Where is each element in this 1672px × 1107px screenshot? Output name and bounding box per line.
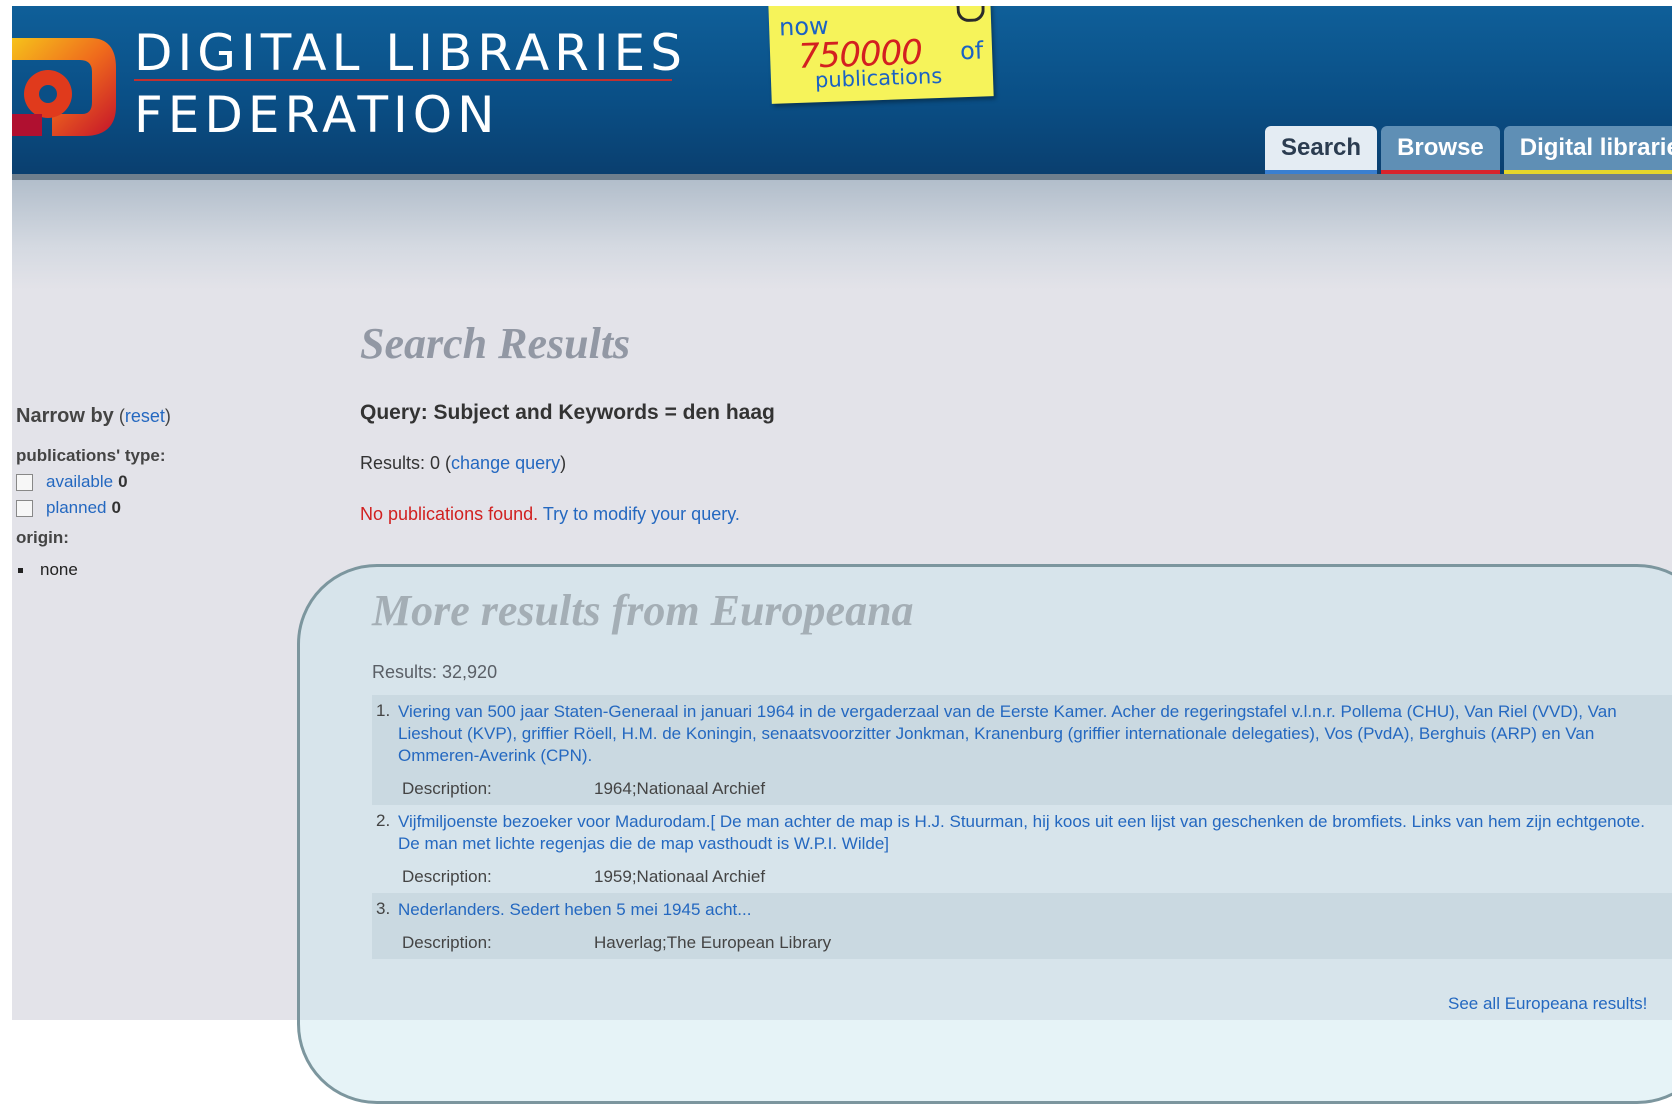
planned-checkbox[interactable] bbox=[16, 499, 33, 517]
site-title-line2: FEDERATION bbox=[134, 86, 500, 144]
available-count: 0 bbox=[118, 472, 128, 491]
note-publications: publications bbox=[814, 63, 943, 93]
planned-link[interactable]: planned bbox=[46, 498, 107, 518]
filter-planned: planned 0 bbox=[16, 498, 276, 518]
reset-link[interactable]: reset bbox=[125, 406, 165, 426]
tab-digital-libraries[interactable]: Digital librarie bbox=[1503, 126, 1672, 174]
item-title-link[interactable]: Viering van 500 jaar Staten-Generaal in … bbox=[398, 701, 1660, 767]
publications-sticky-note: now 750000 of publications bbox=[768, 6, 994, 104]
site-title-line1: DIGITAL LIBRARIES bbox=[134, 24, 687, 82]
tab-search[interactable]: Search bbox=[1265, 126, 1378, 174]
reset-close: ) bbox=[164, 406, 171, 426]
item-number: 3. bbox=[376, 899, 391, 918]
item-title-link[interactable]: Nederlanders. Sedert heben 5 mei 1945 ac… bbox=[398, 899, 751, 921]
note-of: of bbox=[959, 36, 984, 66]
description-label: Description: bbox=[402, 933, 492, 952]
page-title: Search Results bbox=[360, 319, 631, 368]
results-count: Results: 0 (change query) bbox=[360, 453, 1660, 474]
available-checkbox[interactable] bbox=[16, 473, 33, 491]
origin-value: none bbox=[40, 560, 78, 579]
results-prefix: Results: 0 ( bbox=[360, 453, 452, 473]
query-text: Query: Subject and Keywords = den haag bbox=[360, 401, 775, 424]
list-item: 3. Nederlanders. Sedert heben 5 mei 1945… bbox=[372, 893, 1672, 959]
description-label: Description: bbox=[402, 867, 492, 886]
paperclip-icon bbox=[956, 6, 986, 23]
description-label: Description: bbox=[402, 779, 492, 798]
item-description: Description: Haverlag;The European Libra… bbox=[402, 933, 1660, 953]
filter-available: available 0 bbox=[16, 472, 276, 492]
nav-tabs: Search Browse Digital librarie bbox=[1265, 126, 1672, 174]
results-suffix: ) bbox=[560, 453, 567, 473]
planned-count: 0 bbox=[111, 498, 121, 517]
narrow-by-header: Narrow by (reset) bbox=[16, 405, 276, 428]
site-title: DIGITAL LIBRARIES FEDERATION bbox=[134, 22, 687, 146]
description-value: 1964;Nationaal Archief bbox=[594, 779, 766, 798]
narrow-by-label: Narrow by bbox=[16, 405, 114, 427]
europeana-results: More results from Europeana Results: 32,… bbox=[372, 585, 1672, 959]
list-item: 2. Vijfmiljoenste bezoeker voor Maduroda… bbox=[372, 805, 1672, 893]
origin-label: origin: bbox=[16, 528, 69, 547]
origin-item: none bbox=[16, 560, 276, 580]
europeana-results-count: Results: 32,920 bbox=[372, 662, 498, 682]
modify-query-link[interactable]: Try to modify your query. bbox=[543, 504, 740, 524]
item-number: 1. bbox=[376, 701, 391, 720]
list-item-title-row: 3. Nederlanders. Sedert heben 5 mei 1945… bbox=[376, 899, 1660, 921]
narrow-by-sidebar: Narrow by (reset) publications' type: av… bbox=[16, 405, 276, 580]
site-header: DIGITAL LIBRARIES FEDERATION now 750000 … bbox=[12, 6, 1672, 174]
item-title-link[interactable]: Vijfmiljoenste bezoeker voor Madurodam.[… bbox=[398, 811, 1660, 855]
publication-type-label: publications' type: bbox=[16, 446, 166, 465]
tab-browse[interactable]: Browse bbox=[1381, 126, 1500, 174]
change-query-link[interactable]: change query bbox=[451, 453, 560, 473]
description-value: 1959;Nationaal Archief bbox=[594, 867, 766, 886]
list-item-title-row: 1. Viering van 500 jaar Staten-Generaal … bbox=[376, 701, 1660, 767]
dlf-logo-icon bbox=[12, 38, 116, 136]
item-description: Description: 1959;Nationaal Archief bbox=[402, 867, 1660, 887]
item-description: Description: 1964;Nationaal Archief bbox=[402, 779, 1660, 799]
header-shadow-bar bbox=[12, 180, 1672, 290]
list-item-title-row: 2. Vijfmiljoenste bezoeker voor Maduroda… bbox=[376, 811, 1660, 855]
see-all-europeana-link[interactable]: See all Europeana results! bbox=[1448, 994, 1647, 1014]
available-link[interactable]: available bbox=[46, 472, 113, 492]
no-publications-text: No publications found. bbox=[360, 504, 539, 524]
europeana-heading: More results from Europeana bbox=[372, 586, 914, 635]
description-value: Haverlag;The European Library bbox=[594, 933, 832, 952]
search-results-main: Search Results Query: Subject and Keywor… bbox=[360, 318, 1660, 525]
list-item: 1. Viering van 500 jaar Staten-Generaal … bbox=[372, 695, 1672, 805]
bullet-icon bbox=[18, 567, 23, 573]
item-number: 2. bbox=[376, 811, 391, 830]
no-results-message: No publications found. Try to modify you… bbox=[360, 504, 1660, 525]
title-underline bbox=[134, 79, 672, 81]
europeana-list: 1. Viering van 500 jaar Staten-Generaal … bbox=[372, 695, 1672, 959]
